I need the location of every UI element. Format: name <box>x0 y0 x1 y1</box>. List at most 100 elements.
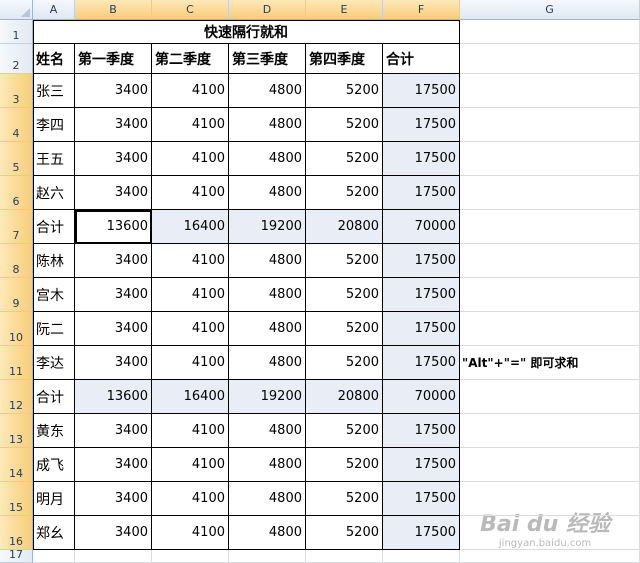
cell-g[interactable] <box>460 516 640 550</box>
cell-g[interactable] <box>460 142 640 176</box>
row-header-13[interactable]: 13 <box>0 414 33 448</box>
value-cell[interactable]: 3400 <box>75 312 152 346</box>
column-header-d[interactable]: D <box>229 0 306 20</box>
column-label-cell[interactable]: 合计 <box>383 44 460 74</box>
total-cell[interactable]: 70000 <box>383 210 460 244</box>
column-header-a[interactable]: A <box>33 0 75 20</box>
value-cell[interactable]: 5200 <box>306 176 383 210</box>
value-cell[interactable]: 5200 <box>306 142 383 176</box>
cell-g[interactable] <box>460 312 640 346</box>
value-cell[interactable]: 4100 <box>152 108 229 142</box>
row-header-14[interactable]: 14 <box>0 448 33 482</box>
name-cell[interactable]: 宫木 <box>33 278 75 312</box>
value-cell[interactable]: 3400 <box>75 176 152 210</box>
value-cell[interactable]: 3400 <box>75 482 152 516</box>
value-cell[interactable]: 5200 <box>306 346 383 380</box>
total-cell[interactable]: 17500 <box>383 142 460 176</box>
row-header-1[interactable]: 1 <box>0 20 33 44</box>
value-cell[interactable]: 4800 <box>229 142 306 176</box>
value-cell[interactable]: 4800 <box>229 414 306 448</box>
value-cell[interactable]: 5200 <box>306 244 383 278</box>
empty-cell[interactable] <box>75 550 152 563</box>
value-cell[interactable]: 13600 <box>75 380 152 414</box>
column-header-f[interactable]: F <box>383 0 460 20</box>
total-cell[interactable]: 17500 <box>383 176 460 210</box>
total-cell[interactable]: 17500 <box>383 414 460 448</box>
name-cell[interactable]: 王五 <box>33 142 75 176</box>
row-header-15[interactable]: 15 <box>0 482 33 516</box>
value-cell[interactable]: 4100 <box>152 482 229 516</box>
total-cell[interactable]: 17500 <box>383 108 460 142</box>
value-cell[interactable]: 5200 <box>306 312 383 346</box>
value-cell[interactable]: 5200 <box>306 516 383 550</box>
value-cell[interactable]: 4100 <box>152 278 229 312</box>
row-header-12[interactable]: 12 <box>0 380 33 414</box>
value-cell[interactable]: 4100 <box>152 312 229 346</box>
name-cell[interactable]: 陈林 <box>33 244 75 278</box>
value-cell[interactable]: 4800 <box>229 448 306 482</box>
value-cell[interactable]: 4100 <box>152 448 229 482</box>
cell-g[interactable] <box>460 176 640 210</box>
column-label-cell[interactable]: 姓名 <box>33 44 75 74</box>
empty-cell[interactable] <box>33 550 75 563</box>
name-cell[interactable]: 阮二 <box>33 312 75 346</box>
name-cell[interactable]: 成飞 <box>33 448 75 482</box>
cell-g[interactable] <box>460 108 640 142</box>
value-cell[interactable]: 4100 <box>152 414 229 448</box>
row-header-3[interactable]: 3 <box>0 74 33 108</box>
total-cell[interactable]: 17500 <box>383 244 460 278</box>
column-label-cell[interactable]: 第四季度 <box>306 44 383 74</box>
value-cell[interactable]: 4100 <box>152 142 229 176</box>
row-header-6[interactable]: 6 <box>0 176 33 210</box>
row-header-8[interactable]: 8 <box>0 244 33 278</box>
total-cell[interactable]: 17500 <box>383 482 460 516</box>
value-cell[interactable]: 4100 <box>152 74 229 108</box>
value-cell[interactable]: 3400 <box>75 414 152 448</box>
cell-g2[interactable] <box>460 44 640 74</box>
value-cell[interactable]: 4800 <box>229 516 306 550</box>
total-cell[interactable]: 17500 <box>383 278 460 312</box>
column-header-c[interactable]: C <box>152 0 229 20</box>
value-cell[interactable]: 4800 <box>229 74 306 108</box>
cell-g[interactable] <box>460 448 640 482</box>
row-header-4[interactable]: 4 <box>0 108 33 142</box>
total-cell[interactable]: 17500 <box>383 74 460 108</box>
name-cell[interactable]: 李达 <box>33 346 75 380</box>
value-cell[interactable]: 4800 <box>229 278 306 312</box>
value-cell[interactable]: 4100 <box>152 346 229 380</box>
row-header-10[interactable]: 10 <box>0 312 33 346</box>
value-cell[interactable]: 16400 <box>152 210 229 244</box>
name-cell[interactable]: 张三 <box>33 74 75 108</box>
cell-g1[interactable] <box>460 20 640 44</box>
row-header-5[interactable]: 5 <box>0 142 33 176</box>
row-header-9[interactable]: 9 <box>0 278 33 312</box>
sheet-title-cell[interactable]: 快速隔行就和 <box>33 20 460 44</box>
column-label-cell[interactable]: 第三季度 <box>229 44 306 74</box>
value-cell[interactable]: 4100 <box>152 176 229 210</box>
subtotal-label-cell[interactable]: 合计 <box>33 210 75 244</box>
value-cell[interactable]: 4800 <box>229 482 306 516</box>
value-cell[interactable]: 20800 <box>306 210 383 244</box>
name-cell[interactable]: 黄东 <box>33 414 75 448</box>
cell-g[interactable] <box>460 380 640 414</box>
cell-g[interactable] <box>460 74 640 108</box>
column-header-g[interactable]: G <box>460 0 640 20</box>
cell-g[interactable] <box>460 414 640 448</box>
column-header-b[interactable]: B <box>75 0 152 20</box>
cell-g[interactable] <box>460 278 640 312</box>
total-cell[interactable]: 17500 <box>383 312 460 346</box>
cell-g[interactable] <box>460 244 640 278</box>
empty-cell[interactable] <box>383 550 460 563</box>
value-cell[interactable]: 3400 <box>75 346 152 380</box>
name-cell[interactable]: 明月 <box>33 482 75 516</box>
total-cell[interactable]: 70000 <box>383 380 460 414</box>
value-cell[interactable]: 3400 <box>75 108 152 142</box>
note-cell[interactable]: "Alt"+"=" 即可求和 <box>460 346 640 380</box>
column-label-cell[interactable]: 第二季度 <box>152 44 229 74</box>
value-cell[interactable]: 4800 <box>229 346 306 380</box>
value-cell[interactable]: 5200 <box>306 414 383 448</box>
value-cell[interactable]: 3400 <box>75 516 152 550</box>
value-cell[interactable]: 4800 <box>229 108 306 142</box>
row-header-7[interactable]: 7 <box>0 210 33 244</box>
value-cell[interactable]: 3400 <box>75 74 152 108</box>
